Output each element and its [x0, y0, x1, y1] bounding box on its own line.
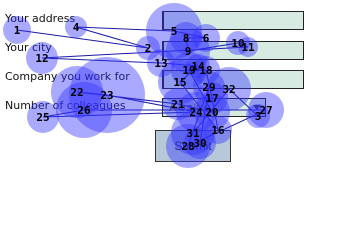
contact-form: Your address Your city Company you work …: [0, 0, 342, 227]
colleagues-select-value: A value: [169, 101, 211, 114]
city-input[interactable]: [162, 41, 304, 60]
address-label: Your address: [5, 12, 76, 25]
company-input[interactable]: [162, 70, 304, 89]
submit-button[interactable]: Submit: [155, 130, 231, 162]
colleagues-select[interactable]: A value: [162, 98, 266, 117]
company-label: Company you work for: [5, 70, 130, 83]
address-input[interactable]: [162, 11, 304, 30]
colleagues-label: Number of colleagues: [5, 99, 126, 112]
chevron-down-icon: [253, 105, 261, 110]
city-label: Your city: [5, 41, 52, 54]
